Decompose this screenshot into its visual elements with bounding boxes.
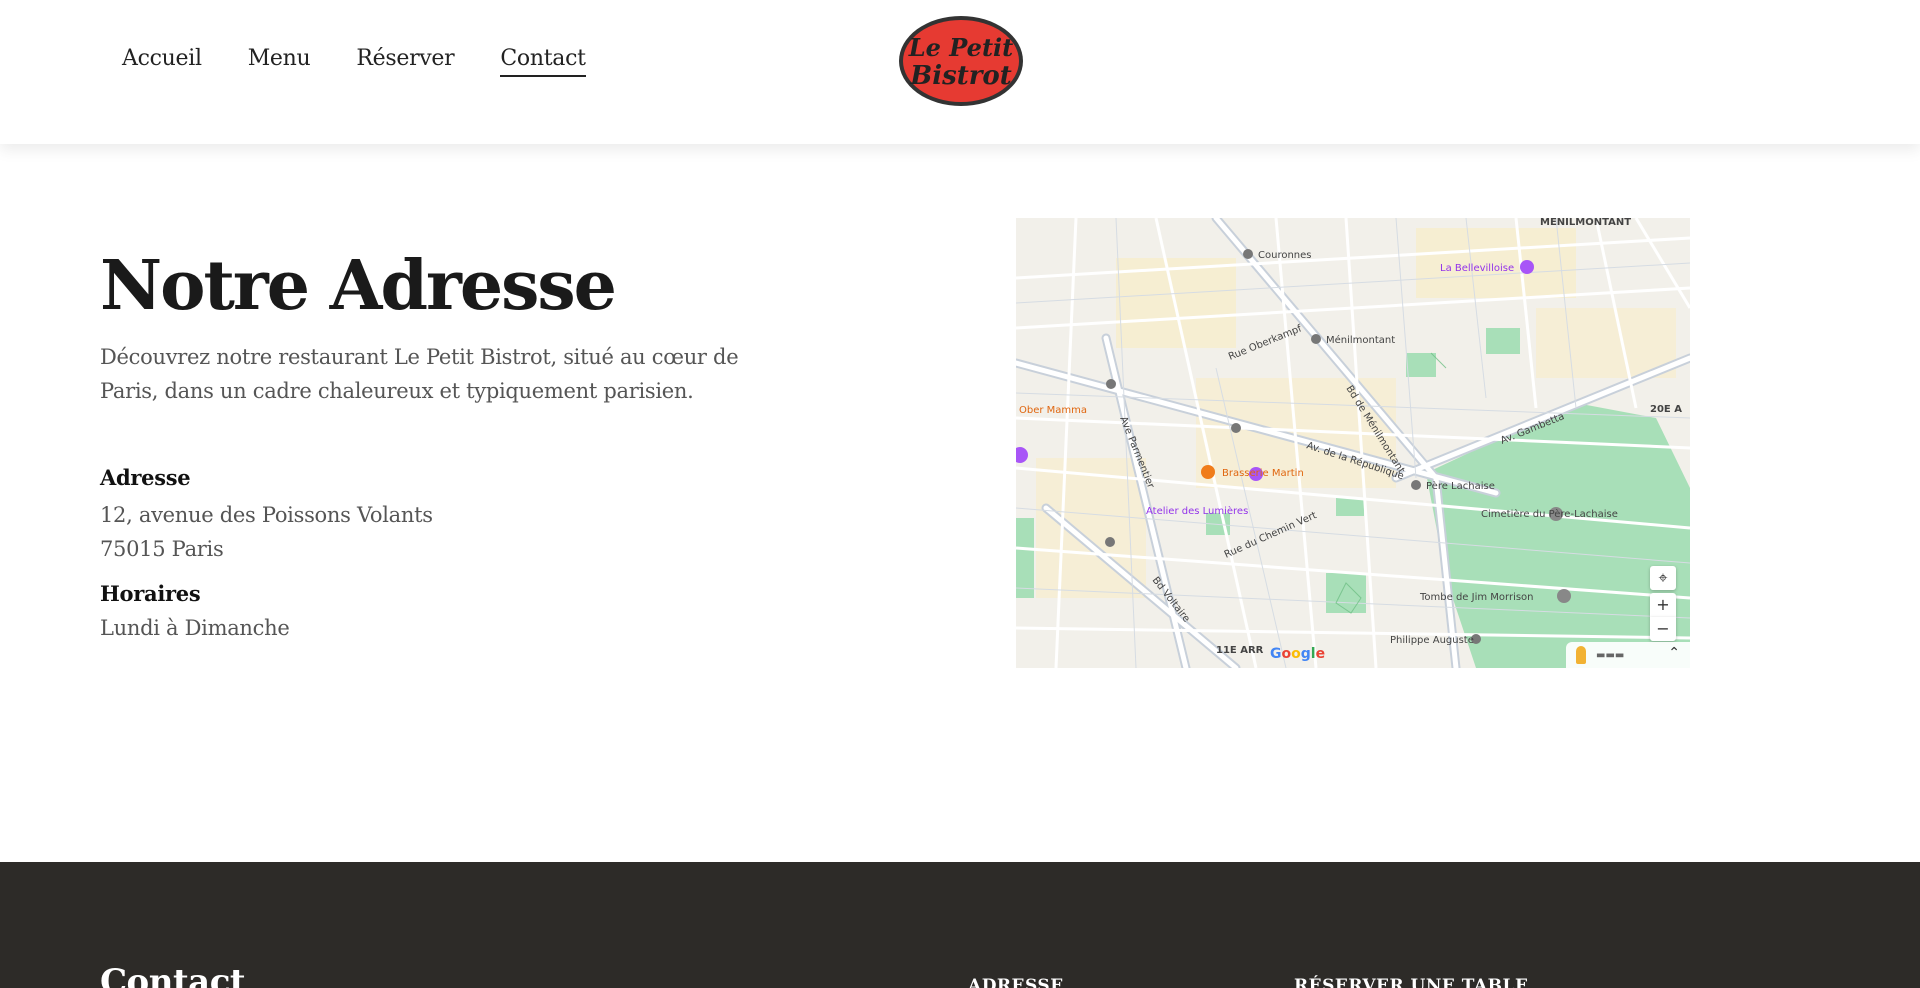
- zoom-in-button[interactable]: +: [1650, 593, 1676, 617]
- map-canvas[interactable]: MENILMONTANT Couronnes La Bellevilloise …: [1016, 218, 1690, 668]
- hours-label: Horaires: [100, 581, 201, 606]
- map-label-philippe-auguste: Philippe Auguste: [1390, 635, 1474, 646]
- intro-text: Découvrez notre restaurant Le Petit Bist…: [100, 345, 739, 403]
- hours-value: Lundi à Dimanche: [100, 616, 290, 640]
- address-line1: 12, avenue des Poissons Volants: [100, 503, 433, 527]
- map-label-20e: 20E A: [1650, 404, 1682, 415]
- map-label-ober-mamma: Ober Mamma: [1019, 405, 1087, 416]
- map-label-brasserie-martin: Brasserie Martin: [1222, 468, 1304, 479]
- nav-menu[interactable]: Menu: [248, 46, 311, 77]
- map-label-couronnes: Couronnes: [1258, 250, 1312, 261]
- contact-section: Notre Adresse Découvrez notre restaurant…: [0, 144, 1920, 862]
- address-label: Adresse: [100, 465, 191, 490]
- footer-col-reserver: Réserver une table: [1294, 976, 1529, 988]
- map-label-cimetiere: Cimetière du Père-Lachaise: [1481, 508, 1618, 520]
- map-label-la-bellevilloise: La Bellevilloise: [1440, 263, 1514, 274]
- site-header: Accueil Menu Réserver Contact Le Petit B…: [0, 0, 1920, 144]
- nav-reserver[interactable]: Réserver: [356, 46, 454, 77]
- map-label-menilmontant-top: MENILMONTANT: [1540, 218, 1631, 228]
- svg-text:Bistrot: Bistrot: [909, 61, 1012, 91]
- nav-contact[interactable]: Contact: [500, 46, 586, 77]
- map-label-pere-lachaise: Père Lachaise: [1426, 480, 1495, 492]
- map-embed[interactable]: MENILMONTANT Couronnes La Bellevilloise …: [1016, 218, 1690, 668]
- footer-title: Contact: [100, 962, 246, 988]
- map-bottom-bar: ▬▬▬ ⌃: [1566, 642, 1690, 668]
- main-nav: Accueil Menu Réserver Contact: [122, 46, 586, 77]
- map-label-atelier-lumieres: Atelier des Lumières: [1146, 505, 1248, 517]
- nav-accueil[interactable]: Accueil: [122, 46, 202, 77]
- map-label-jim-morrison: Tombe de Jim Morrison: [1419, 592, 1534, 603]
- logo[interactable]: Le Petit Bistrot: [897, 14, 1025, 108]
- logo-image: Le Petit Bistrot: [899, 16, 1023, 106]
- map-label-menilmontant: Ménilmontant: [1326, 334, 1395, 346]
- map-label-11e: 11E ARR: [1216, 645, 1264, 656]
- my-location-button[interactable]: ⌖: [1650, 566, 1676, 590]
- google-logo: Google: [1270, 646, 1326, 662]
- pegman-icon[interactable]: [1576, 646, 1586, 664]
- site-footer: Contact Adresse Réserver une table: [0, 862, 1920, 988]
- footer-col-adresse: Adresse: [968, 976, 1064, 988]
- page-title: Notre Adresse: [100, 246, 617, 326]
- map-layers-icon[interactable]: ▬▬▬: [1596, 650, 1624, 661]
- zoom-out-button[interactable]: −: [1650, 617, 1676, 641]
- svg-text:Le Petit: Le Petit: [908, 33, 1013, 62]
- collapse-icon[interactable]: ⌃: [1668, 645, 1680, 661]
- address-line2: 75015 Paris: [100, 537, 224, 561]
